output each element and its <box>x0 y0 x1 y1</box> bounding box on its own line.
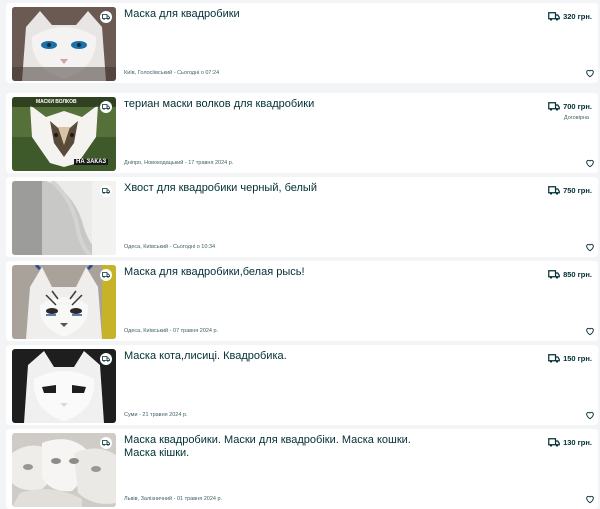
delivery-truck-icon <box>548 270 560 279</box>
listing-price: 750 грн. <box>563 186 592 195</box>
listing-price: 850 грн. <box>563 270 592 279</box>
heart-icon[interactable] <box>585 158 595 168</box>
listing-photo[interactable]: МАСКИ ВОЛКОВ НА ЗАКАЗ <box>12 97 116 171</box>
heart-icon[interactable] <box>585 494 595 504</box>
delivery-truck-icon <box>100 11 112 23</box>
heart-icon[interactable] <box>585 242 595 252</box>
listing-location-date: Одеса, Київський - 07 травня 2024 р. <box>124 328 219 334</box>
image-caption-bottom: НА ЗАКАЗ <box>74 159 109 165</box>
listing-title[interactable]: Маска для квадробики,белая рысь! <box>124 266 414 279</box>
listing-photo[interactable] <box>12 181 116 255</box>
listing-location-date: Одеса, Київський - Сьогодні о 10:34 <box>124 244 216 250</box>
price-block: 850 грн. <box>548 270 592 279</box>
listing-price: 150 грн. <box>563 354 592 363</box>
listing-photo[interactable] <box>12 349 116 423</box>
listing-photo[interactable] <box>12 433 116 507</box>
price-block: 700 грн. <box>548 102 592 111</box>
listing-card[interactable]: МАСКИ ВОЛКОВ НА ЗАКАЗ териан маски волко… <box>6 93 598 173</box>
listing-card[interactable]: Хвост для квадробики черный, белый Одеса… <box>6 177 598 257</box>
price-block: 750 грн. <box>548 186 592 195</box>
price-block: 150 грн. <box>548 354 592 363</box>
listing-card[interactable]: Маска кота,лисиці. Квадробика. Суми - 21… <box>6 345 598 425</box>
delivery-truck-icon <box>548 438 560 447</box>
negotiable-label: Договірна <box>563 115 589 121</box>
listing-price: 700 грн. <box>563 102 592 111</box>
listing-price: 130 грн. <box>563 438 592 447</box>
listing-title[interactable]: Маска для квадробики <box>124 8 414 21</box>
listing-title[interactable]: Маска квадробики. Маски для квадробіки. … <box>124 434 414 460</box>
listing-title[interactable]: териан маски волков для квадробики <box>124 98 414 111</box>
listing-photo[interactable] <box>12 265 116 339</box>
heart-icon[interactable] <box>585 68 595 78</box>
price-block: 320 грн. <box>548 12 592 21</box>
delivery-truck-icon <box>548 186 560 195</box>
delivery-truck-icon <box>100 101 112 113</box>
image-caption-top: МАСКИ ВОЛКОВ <box>36 99 77 105</box>
listing-photo[interactable] <box>12 7 116 81</box>
listing-location-date: Київ, Голосіївський - Сьогодні о 07:24 <box>124 70 220 76</box>
listing-card[interactable]: Маска для квадробики Київ, Голосіївський… <box>6 3 598 83</box>
listing-card[interactable]: Маска квадробики. Маски для квадробіки. … <box>6 429 598 509</box>
listing-location-date: Львів, Залізничний - 01 травня 2024 р. <box>124 496 223 502</box>
listing-location-date: Суми - 21 травня 2024 р. <box>124 412 188 418</box>
delivery-truck-icon <box>548 102 560 111</box>
listing-price: 320 грн. <box>563 12 592 21</box>
heart-icon[interactable] <box>585 326 595 336</box>
listing-card[interactable]: Маска для квадробики,белая рысь! Одеса, … <box>6 261 598 341</box>
listing-title[interactable]: Маска кота,лисиці. Квадробика. <box>124 350 414 363</box>
delivery-truck-icon <box>100 269 112 281</box>
delivery-truck-icon <box>100 185 112 197</box>
listing-title[interactable]: Хвост для квадробики черный, белый <box>124 182 414 195</box>
heart-icon[interactable] <box>585 410 595 420</box>
price-block: 130 грн. <box>548 438 592 447</box>
delivery-truck-icon <box>548 12 560 21</box>
delivery-truck-icon <box>100 353 112 365</box>
delivery-truck-icon <box>548 354 560 363</box>
listing-location-date: Дніпро, Новокодацький - 17 травня 2024 р… <box>124 160 234 166</box>
delivery-truck-icon <box>100 437 112 449</box>
